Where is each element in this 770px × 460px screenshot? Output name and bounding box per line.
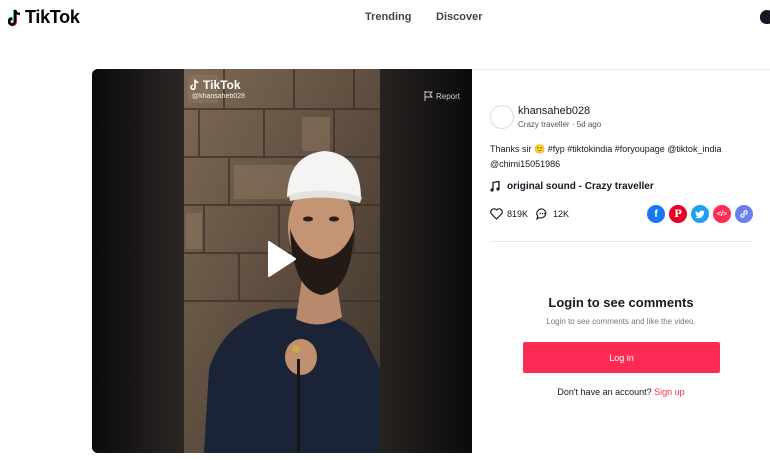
divider (490, 241, 752, 242)
flag-icon (424, 91, 433, 101)
like-count: 819K (507, 209, 529, 219)
author-subline: Crazy traveller · 5d ago (518, 120, 601, 129)
share-embed-button[interactable]: </> (713, 205, 731, 223)
share-pinterest-button[interactable]: P (669, 205, 687, 223)
tiktok-note-icon (7, 8, 22, 27)
caption-line-1: Thanks sir 🙂 #fyp #tiktokindia #foryoupa… (490, 144, 722, 154)
author-display-name: Crazy traveller (518, 120, 570, 129)
report-button[interactable]: Report (424, 91, 460, 101)
sound-link[interactable]: original sound - Crazy traveller (490, 181, 654, 192)
comments-login-subtitle: Login to see comments and like the video… (546, 317, 696, 326)
signup-link[interactable]: Sign up (654, 387, 685, 397)
link-icon (740, 210, 748, 218)
comments-login-title: Login to see comments (548, 295, 694, 310)
video-blur-left (92, 69, 184, 453)
comment-count: 12K (553, 209, 570, 219)
watermark-note-icon (190, 79, 199, 91)
sound-label: original sound - Crazy traveller (507, 181, 654, 192)
video-watermark: TikTok @khansaheb028 (190, 78, 245, 100)
watermark-logo-text: TikTok (203, 78, 241, 92)
logo-text: TikTok (25, 7, 80, 27)
comment-bubble-icon (536, 208, 547, 220)
report-label: Report (436, 91, 461, 101)
caption-line-2: @chimi15051986 (490, 159, 561, 169)
nav-discover[interactable]: Discover (436, 11, 482, 23)
share-twitter-button[interactable] (691, 205, 709, 223)
embed-code-icon: </> (716, 210, 728, 218)
tiktok-logo[interactable]: TikTok (7, 7, 80, 28)
top-bar: TikTok Trending Discover (0, 0, 770, 38)
post-age: 5d ago (576, 120, 602, 129)
post-info-panel: khansaheb028 Crazy traveller · 5d ago Th… (472, 69, 770, 453)
subline-separator: · (571, 120, 575, 129)
login-button[interactable]: Log in (523, 342, 720, 373)
profile-icon[interactable] (760, 10, 770, 24)
heart-icon (490, 208, 503, 220)
twitter-bird-icon (695, 209, 705, 218)
post-caption: Thanks sir 🙂 #fyp #tiktokindia #foryoupa… (490, 142, 752, 172)
music-note-icon (490, 181, 500, 192)
signup-prompt: Don't have an account? Sign up (472, 387, 770, 397)
share-facebook-button[interactable]: f (647, 205, 665, 223)
no-account-text: Don't have an account? (557, 387, 652, 397)
nav-trending[interactable]: Trending (365, 11, 411, 23)
video-blur-right (380, 69, 472, 453)
watermark-username: @khansaheb028 (192, 93, 246, 100)
page: TikTok Trending Discover TikTok @khansah… (0, 0, 770, 460)
video-player[interactable]: TikTok @khansaheb028 Report (92, 69, 472, 453)
facebook-icon: f (654, 208, 658, 220)
author-username[interactable]: khansaheb028 (518, 105, 590, 117)
comment-button[interactable]: 12K (536, 208, 569, 220)
play-icon[interactable] (267, 240, 297, 278)
share-copy-link-button[interactable] (735, 205, 753, 223)
pinterest-icon: P (674, 208, 682, 220)
like-button[interactable]: 819K (490, 208, 528, 220)
avatar[interactable] (490, 105, 514, 129)
